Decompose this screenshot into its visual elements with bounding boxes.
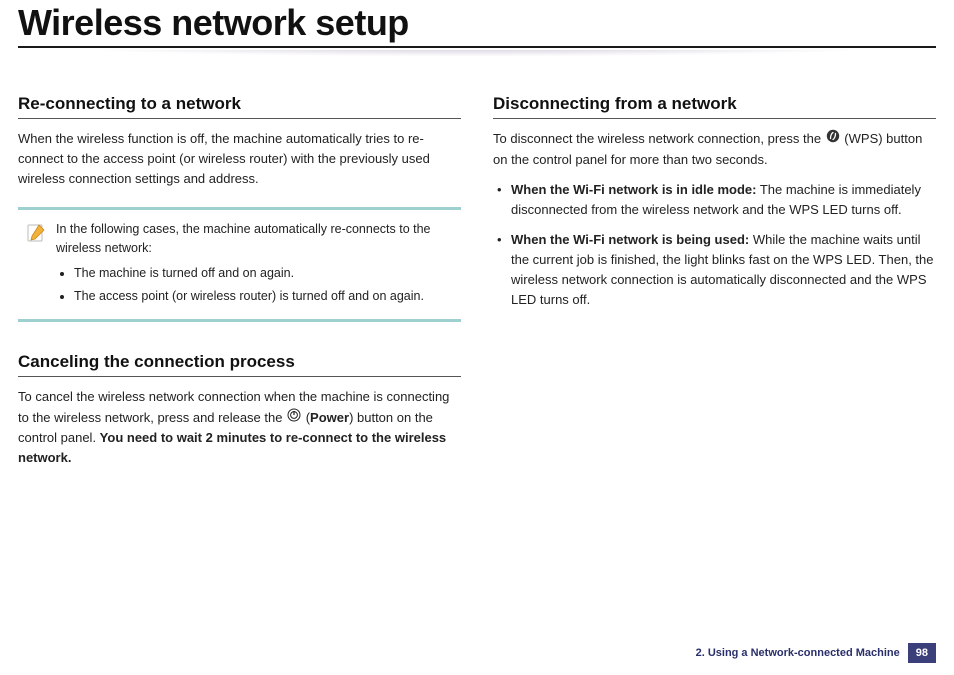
- paragraph-cancel: To cancel the wireless network connectio…: [18, 387, 461, 468]
- bullet-bold: When the Wi-Fi network is in idle mode:: [511, 182, 756, 197]
- note-list: The machine is turned off and on again. …: [56, 264, 453, 306]
- note-intro: In the following cases, the machine auto…: [56, 222, 431, 255]
- paragraph-disconnect: To disconnect the wireless network conne…: [493, 129, 936, 170]
- list-item: When the Wi-Fi network is in idle mode: …: [493, 180, 936, 220]
- title-shadow: [18, 50, 936, 64]
- disconnect-list: When the Wi-Fi network is in idle mode: …: [493, 180, 936, 311]
- note-item: The access point (or wireless router) is…: [74, 287, 453, 306]
- note-item: The machine is turned off and on again.: [74, 264, 453, 283]
- chapter-label: 2. Using a Network-connected Machine: [696, 647, 900, 659]
- list-item: When the Wi-Fi network is being used: Wh…: [493, 230, 936, 311]
- bullet-bold: When the Wi-Fi network is being used:: [511, 232, 749, 247]
- note-box: In the following cases, the machine auto…: [18, 207, 461, 322]
- right-column: Disconnecting from a network To disconne…: [493, 76, 936, 478]
- note-body: In the following cases, the machine auto…: [56, 220, 453, 309]
- page-title: Wireless network setup: [18, 2, 936, 44]
- heading-cancel: Canceling the connection process: [18, 352, 461, 377]
- page-footer: 2. Using a Network-connected Machine 98: [696, 643, 936, 663]
- paragraph-reconnect: When the wireless function is off, the m…: [18, 129, 461, 189]
- wps-icon: [826, 129, 840, 149]
- note-icon: [26, 222, 46, 309]
- page-number: 98: [908, 643, 936, 663]
- left-column: Re-connecting to a network When the wire…: [18, 76, 461, 478]
- manual-page: Wireless network setup Re-connecting to …: [0, 0, 954, 675]
- title-bar: Wireless network setup: [18, 0, 936, 48]
- power-label: Power: [310, 410, 349, 425]
- heading-disconnect: Disconnecting from a network: [493, 94, 936, 119]
- heading-reconnect: Re-connecting to a network: [18, 94, 461, 119]
- power-icon: [287, 408, 301, 428]
- content-columns: Re-connecting to a network When the wire…: [18, 76, 936, 478]
- disc-text-1: To disconnect the wireless network conne…: [493, 131, 825, 146]
